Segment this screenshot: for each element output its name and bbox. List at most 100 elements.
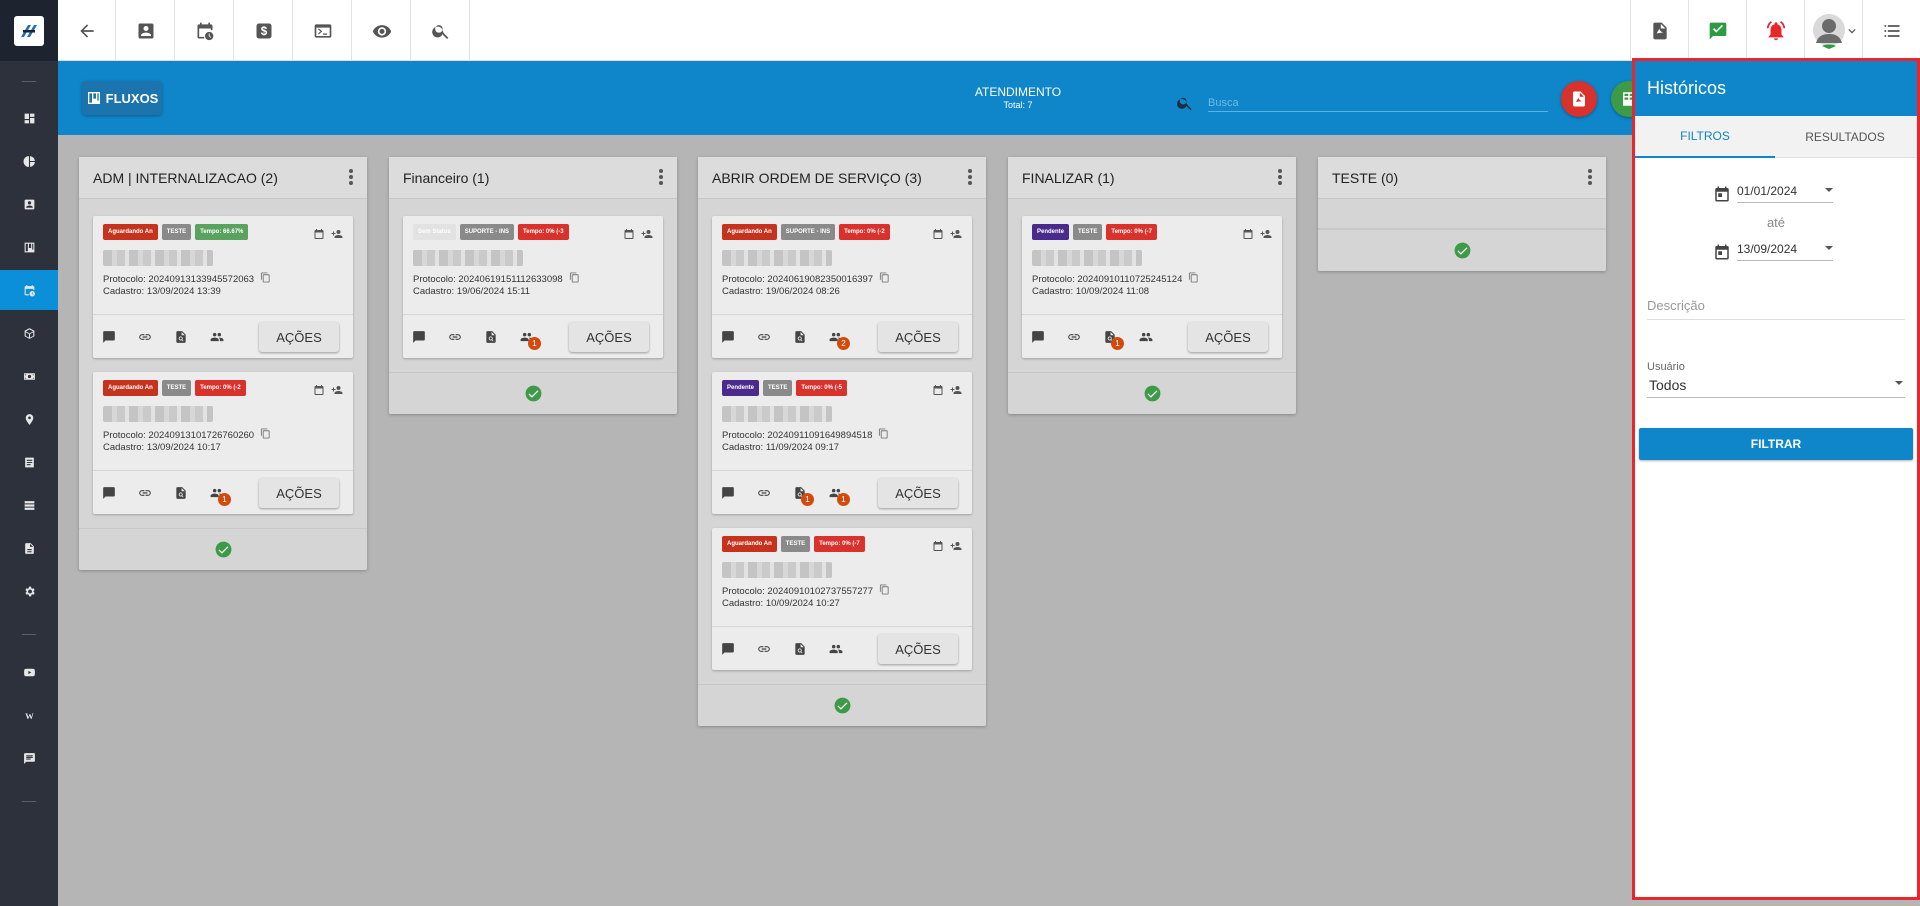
sidebar-item-videos[interactable] — [0, 652, 58, 692]
documents-button[interactable] — [173, 329, 189, 345]
comments-button[interactable] — [101, 485, 117, 501]
schedule-card-button[interactable] — [1242, 227, 1254, 245]
view-button[interactable] — [353, 0, 411, 61]
participants-button[interactable]: 2 — [828, 329, 850, 350]
date-to-field[interactable]: 13/09/2024 — [1713, 242, 1833, 261]
attachments-button[interactable] — [756, 485, 772, 501]
sidebar-item-documents[interactable] — [0, 442, 58, 482]
finance-button[interactable]: $ — [235, 0, 293, 61]
documents-button[interactable] — [483, 329, 499, 345]
more-vert-icon[interactable] — [1278, 169, 1282, 185]
tab-resultados[interactable]: RESULTADOS — [1775, 116, 1915, 158]
acoes-button[interactable]: AÇÕES — [259, 322, 339, 352]
ticket-card[interactable]: Aguardando An TESTE Tempo: 66.67% Protocol… — [93, 216, 353, 358]
acoes-button[interactable]: AÇÕES — [878, 322, 958, 352]
participants-button[interactable]: 1 — [828, 485, 850, 506]
fluxos-button[interactable]: FLUXOS — [82, 81, 162, 115]
assign-user-button[interactable] — [950, 383, 962, 401]
comments-button[interactable] — [1030, 329, 1046, 345]
comments-button[interactable] — [720, 329, 736, 345]
attachments-button[interactable] — [137, 329, 153, 345]
sidebar-item-reports[interactable] — [0, 141, 58, 181]
sidebar-item-dashboard[interactable] — [0, 98, 58, 138]
acoes-button[interactable]: AÇÕES — [259, 478, 339, 508]
documents-button[interactable] — [792, 329, 808, 345]
descricao-input[interactable] — [1647, 298, 1905, 320]
participants-button[interactable] — [209, 329, 225, 345]
assign-user-button[interactable] — [331, 227, 343, 245]
comments-button[interactable] — [411, 329, 427, 345]
schedule-card-button[interactable] — [932, 227, 944, 245]
contacts-button[interactable] — [117, 0, 175, 61]
ticket-card[interactable]: Sem Status SUPORTE - INS Tempo: 0% (-3 Pro… — [403, 216, 663, 358]
pdf-report-button[interactable] — [1630, 0, 1688, 61]
sidebar-item-files[interactable] — [0, 528, 58, 568]
comments-button[interactable] — [720, 485, 736, 501]
sidebar-item-locations[interactable] — [0, 399, 58, 439]
assign-user-button[interactable] — [950, 227, 962, 245]
more-vert-icon[interactable] — [659, 169, 663, 185]
sidebar-item-servers[interactable] — [0, 485, 58, 525]
list-menu-button[interactable] — [1862, 0, 1920, 61]
attachments-button[interactable] — [756, 641, 772, 657]
acoes-button[interactable]: AÇÕES — [878, 634, 958, 664]
sidebar-item-settings[interactable] — [0, 571, 58, 611]
search-input[interactable] — [1208, 94, 1548, 112]
copy-protocol-button[interactable] — [878, 428, 889, 442]
more-vert-icon[interactable] — [349, 169, 353, 185]
more-vert-icon[interactable] — [1588, 169, 1592, 185]
sidebar-item-products[interactable] — [0, 313, 58, 353]
sidebar-item-board[interactable] — [0, 227, 58, 267]
ticket-card[interactable]: Aguardando An SUPORTE - INS Tempo: 0% (-2 … — [712, 216, 972, 358]
tab-filtros[interactable]: FILTROS — [1635, 116, 1775, 158]
search-button[interactable] — [412, 0, 470, 61]
participants-button[interactable]: 1 — [209, 485, 231, 506]
notifications-button[interactable] — [1746, 0, 1804, 61]
assign-user-button[interactable] — [641, 227, 653, 245]
participants-button[interactable]: 1 — [519, 329, 541, 350]
more-vert-icon[interactable] — [968, 169, 972, 185]
ticket-card[interactable]: Pendente TESTE Tempo: 0% (-7 Protocolo: 20… — [1022, 216, 1282, 358]
participants-button[interactable] — [1138, 329, 1154, 345]
column-complete[interactable] — [79, 528, 367, 570]
ticket-card[interactable]: Aguardando An TESTE Tempo: 0% (-7 Protocol… — [712, 528, 972, 670]
tasks-check-button[interactable] — [1688, 0, 1746, 61]
ticket-card[interactable]: Aguardando An TESTE Tempo: 0% (-2 Protocol… — [93, 372, 353, 514]
copy-protocol-button[interactable] — [879, 584, 890, 598]
column-complete[interactable] — [1008, 372, 1296, 414]
sidebar-item-contacts[interactable] — [0, 184, 58, 224]
column-complete[interactable] — [389, 372, 677, 414]
sidebar-item-wiki[interactable]: W — [0, 695, 58, 735]
copy-protocol-button[interactable] — [260, 428, 271, 442]
schedule-card-button[interactable] — [932, 383, 944, 401]
ticket-card[interactable]: Pendente TESTE Tempo: 0% (-5 Protocolo: 20… — [712, 372, 972, 514]
assign-user-button[interactable] — [950, 539, 962, 557]
copy-protocol-button[interactable] — [1188, 272, 1199, 286]
usuario-select[interactable]: Todos — [1647, 375, 1905, 398]
back-button[interactable] — [58, 0, 116, 61]
copy-protocol-button[interactable] — [260, 272, 271, 286]
column-complete[interactable] — [1318, 229, 1606, 271]
sidebar-item-atendimento[interactable] — [0, 270, 58, 310]
attachments-button[interactable] — [1066, 329, 1082, 345]
export-pdf-button[interactable] — [1561, 81, 1597, 117]
comments-button[interactable] — [720, 641, 736, 657]
schedule-card-button[interactable] — [623, 227, 635, 245]
user-menu-button[interactable] — [1804, 0, 1862, 61]
attachments-button[interactable] — [137, 485, 153, 501]
documents-button[interactable] — [792, 641, 808, 657]
documents-button[interactable]: 1 — [792, 485, 814, 506]
column-complete[interactable] — [698, 684, 986, 726]
app-logo[interactable] — [0, 0, 58, 61]
sidebar-item-messages[interactable] — [0, 738, 58, 778]
documents-button[interactable]: 1 — [1102, 329, 1124, 350]
schedule-card-button[interactable] — [313, 383, 325, 401]
acoes-button[interactable]: AÇÕES — [878, 478, 958, 508]
schedule-button[interactable] — [176, 0, 234, 61]
participants-button[interactable] — [828, 641, 844, 657]
acoes-button[interactable]: AÇÕES — [1188, 322, 1268, 352]
copy-protocol-button[interactable] — [879, 272, 890, 286]
attachments-button[interactable] — [447, 329, 463, 345]
terminal-button[interactable] — [294, 0, 352, 61]
comments-button[interactable] — [101, 329, 117, 345]
